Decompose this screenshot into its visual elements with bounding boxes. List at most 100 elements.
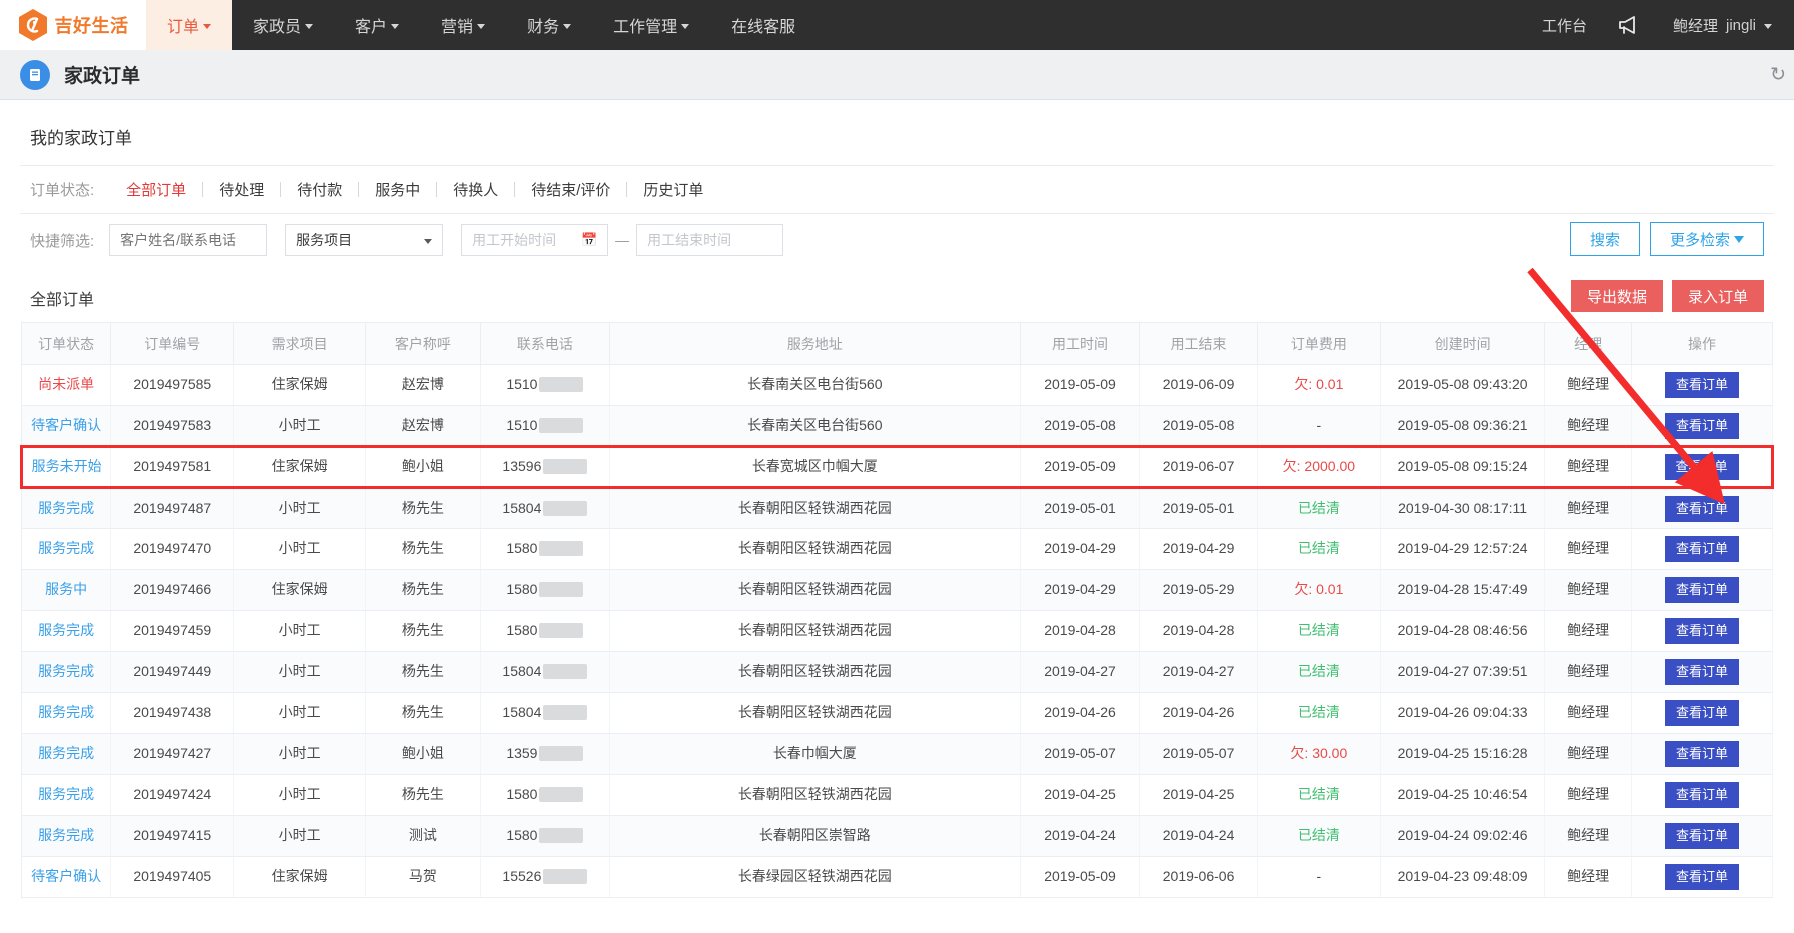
cell-order-no: 2019497459 xyxy=(110,610,235,652)
view-order-button[interactable]: 查看订单 xyxy=(1664,454,1739,480)
status-filter-row: 订单状态: 全部订单 待处理 待付款 服务中 待换人 待结束/评价 历史订单 xyxy=(20,166,1774,213)
status-tab-all[interactable]: 全部订单 xyxy=(110,179,202,200)
table-row: 服务完成 2019497459 小时工 杨先生 1580 长春朝阳区轻铁湖西花园 2019-… xyxy=(20,610,1773,652)
nav-item-label: 工作管理 xyxy=(613,19,678,36)
cell-fee: - xyxy=(1257,856,1381,898)
cell-fee: 已结清 xyxy=(1257,528,1381,570)
view-order-button[interactable]: 查看订单 xyxy=(1665,372,1740,398)
create-order-button[interactable]: 录入订单 xyxy=(1671,280,1764,312)
cell-created: 2019-04-29 12:57:24 xyxy=(1380,528,1546,570)
search-button[interactable]: 搜索 xyxy=(1569,222,1640,256)
refresh-icon[interactable]: ↻ xyxy=(1770,63,1786,86)
cell-end-time: 2019-04-29 xyxy=(1139,528,1258,570)
workbench-link[interactable]: 工作台 xyxy=(1542,15,1587,36)
end-date-input[interactable]: 用工结束时间 xyxy=(636,224,784,256)
table-row: 服务完成 2019497427 小时工 鲍小姐 1359 长春巾帼大厦 2019-05-07… xyxy=(20,733,1773,775)
orders-table-wrapper: 订单状态 订单编号 需求项目 客户称呼 联系电话 服务地址 用工时间 用工结束 … xyxy=(19,322,1774,898)
cell-status: 服务完成 xyxy=(20,528,112,570)
more-search-label: 更多检索 xyxy=(1669,231,1730,249)
user-account: jingli xyxy=(1725,16,1756,34)
cell-end-time: 2019-04-28 xyxy=(1139,610,1258,652)
cell-order-no: 2019497470 xyxy=(110,528,235,570)
more-search-button[interactable]: 更多检索 xyxy=(1649,222,1764,256)
user-menu[interactable]: 鲍经理 jingli xyxy=(1673,15,1772,36)
page-title: 家政订单 xyxy=(64,66,141,87)
end-date-placeholder: 用工结束时间 xyxy=(647,232,732,248)
card-title: 我的家政订单 xyxy=(30,129,132,148)
cell-end-time: 2019-04-25 xyxy=(1139,774,1258,816)
status-tab-awaiting-payment[interactable]: 待付款 xyxy=(281,179,358,200)
cell-created: 2019-05-08 09:15:24 xyxy=(1380,445,1546,489)
cell-action: 查看订单 xyxy=(1631,528,1773,570)
cell-action: 查看订单 xyxy=(1631,733,1773,775)
nav-item-orders[interactable]: 订单 xyxy=(146,0,233,50)
view-order-button[interactable]: 查看订单 xyxy=(1665,823,1740,849)
chevron-down-icon xyxy=(424,239,433,244)
nav-item-marketing[interactable]: 营销 xyxy=(420,0,506,50)
status-tab-awaiting-replacement[interactable]: 待换人 xyxy=(437,179,514,200)
cell-address: 长春朝阳区轻铁湖西花园 xyxy=(609,651,1021,693)
nav-item-work-management[interactable]: 工作管理 xyxy=(592,0,710,50)
cell-start-time: 2019-04-29 xyxy=(1020,528,1141,570)
cell-created: 2019-05-08 09:36:21 xyxy=(1380,405,1546,447)
table-header-row: 订单状态 订单编号 需求项目 客户称呼 联系电话 服务地址 用工时间 用工结束 … xyxy=(20,322,1773,365)
view-order-button[interactable]: 查看订单 xyxy=(1665,618,1740,644)
cell-end-time: 2019-05-07 xyxy=(1139,733,1258,775)
page-header: 家政订单 ↻ xyxy=(0,50,1794,100)
cell-order-no: 2019497581 xyxy=(110,445,235,489)
column-header-status: 订单状态 xyxy=(20,322,112,365)
cell-end-time: 2019-05-08 xyxy=(1139,405,1258,447)
view-order-button[interactable]: 查看订单 xyxy=(1665,412,1740,439)
orders-table-body: 尚未派单 2019497585 住家保姆 赵宏博 1510 长春南关区电台街560 2019… xyxy=(19,364,1774,898)
cell-item: 小时工 xyxy=(233,487,366,529)
brand-logo[interactable]: 吉好生活 xyxy=(0,0,146,50)
cell-status: 服务完成 xyxy=(20,733,112,775)
view-order-button[interactable]: 查看订单 xyxy=(1665,700,1740,726)
start-date-input[interactable]: 用工开始时间 📅 xyxy=(461,224,609,256)
view-order-button[interactable]: 查看订单 xyxy=(1665,741,1740,767)
megaphone-icon[interactable] xyxy=(1617,14,1643,36)
view-order-button[interactable]: 查看订单 xyxy=(1665,536,1740,562)
status-tab-history[interactable]: 历史订单 xyxy=(627,179,719,200)
cell-status: 服务完成 xyxy=(20,692,112,734)
nav-item-housekeepers[interactable]: 家政员 xyxy=(232,0,334,50)
table-row: 服务完成 2019497449 小时工 杨先生 15804 长春朝阳区轻铁湖西花园 2019… xyxy=(20,651,1773,693)
cell-start-time: 2019-05-09 xyxy=(1020,364,1141,406)
status-tab-in-service[interactable]: 服务中 xyxy=(359,179,436,200)
cell-item: 住家保姆 xyxy=(233,569,366,611)
cell-address: 长春巾帼大厦 xyxy=(609,733,1021,775)
service-item-select[interactable]: 服务项目 xyxy=(285,224,444,256)
table-row: 服务未开始 2019497581 住家保姆 鲍小姐 13596 长春宽城区巾帼大厦 2019… xyxy=(19,445,1774,489)
cell-status: 待客户确认 xyxy=(20,405,112,447)
nav-item-finance[interactable]: 财务 xyxy=(506,0,592,50)
cell-phone: 15804 xyxy=(480,487,610,529)
cell-end-time: 2019-06-06 xyxy=(1139,856,1258,898)
cell-end-time: 2019-04-24 xyxy=(1139,815,1258,857)
view-order-button[interactable]: 查看订单 xyxy=(1665,659,1740,685)
view-order-button[interactable]: 查看订单 xyxy=(1665,577,1740,603)
status-tab-awaiting-end-review[interactable]: 待结束/评价 xyxy=(515,179,626,200)
cell-status: 服务完成 xyxy=(20,651,112,693)
filter-action-buttons: 搜索 更多检索 xyxy=(1569,222,1764,256)
cell-fee: 欠: 2000.00 xyxy=(1257,445,1381,489)
cell-created: 2019-04-27 07:39:51 xyxy=(1380,651,1546,693)
table-row: 服务中 2019497466 住家保姆 杨先生 1580 长春朝阳区轻铁湖西花园 2019-… xyxy=(20,569,1773,611)
view-order-button[interactable]: 查看订单 xyxy=(1665,864,1740,890)
cell-phone: 1580 xyxy=(480,774,610,816)
export-data-button[interactable]: 导出数据 xyxy=(1570,280,1663,312)
cell-item: 住家保姆 xyxy=(233,364,366,406)
table-row: 服务完成 2019497438 小时工 杨先生 15804 长春朝阳区轻铁湖西花园 2019… xyxy=(20,692,1773,734)
view-order-button[interactable]: 查看订单 xyxy=(1665,782,1740,808)
status-tab-pending[interactable]: 待处理 xyxy=(203,179,280,200)
cell-end-time: 2019-04-27 xyxy=(1139,651,1258,693)
nav-item-customers[interactable]: 客户 xyxy=(334,0,420,50)
cell-fee: 已结清 xyxy=(1257,610,1381,652)
nav-item-online-service[interactable]: 在线客服 xyxy=(710,0,816,50)
cell-end-time: 2019-06-09 xyxy=(1139,364,1258,406)
customer-name-phone-input[interactable] xyxy=(109,224,268,256)
cell-created: 2019-05-08 09:43:20 xyxy=(1380,364,1546,406)
cell-action: 查看订单 xyxy=(1631,364,1773,406)
cell-fee: 已结清 xyxy=(1257,651,1381,693)
cell-action: 查看订单 xyxy=(1631,692,1773,734)
view-order-button[interactable]: 查看订单 xyxy=(1665,495,1740,522)
